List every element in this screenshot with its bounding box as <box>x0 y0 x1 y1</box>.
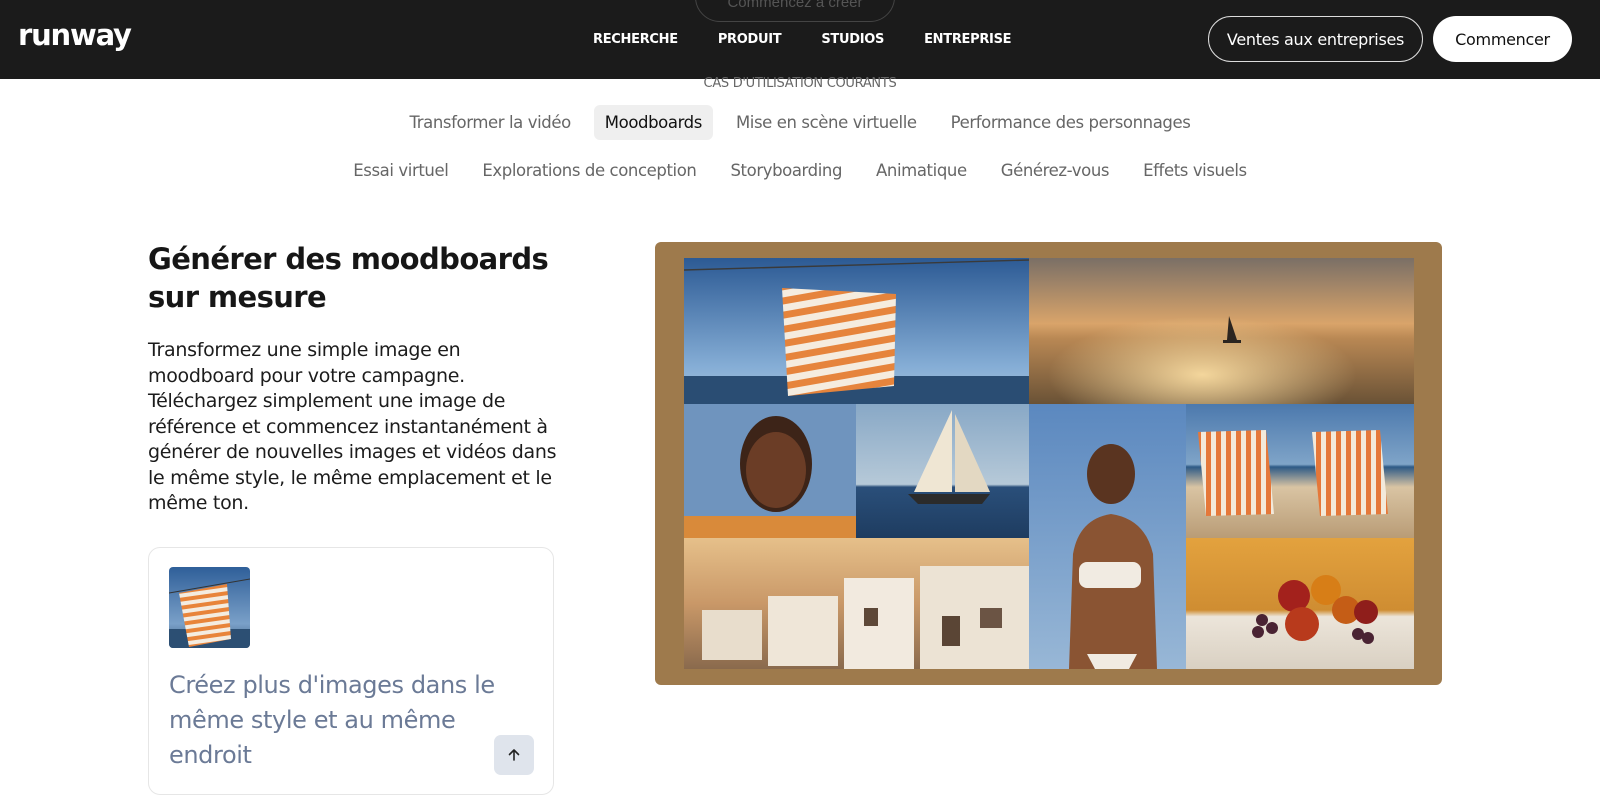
start-creating-button[interactable]: Commencez à créer <box>695 0 895 22</box>
moodboard-portrait-image <box>684 404 856 538</box>
moodboard-grid <box>684 258 1414 669</box>
tab-essai-virtuel[interactable]: Essai virtuel <box>342 153 459 188</box>
moodboard-woman-image <box>1029 404 1186 669</box>
tab-effets-visuels[interactable]: Effets visuels <box>1132 153 1258 188</box>
tab-animatique[interactable]: Animatique <box>865 153 978 188</box>
moodboard-towel-image <box>684 258 1029 404</box>
feature-description: Transformez une simple image en moodboar… <box>148 339 557 514</box>
runway-logo[interactable]: runway <box>18 18 132 52</box>
prompt-text[interactable]: Créez plus d'images dans le même style e… <box>169 668 509 773</box>
moodboard-frame <box>655 242 1442 685</box>
moodboard-fruit-image <box>1186 538 1414 669</box>
moodboard-beach-chairs-image <box>1186 404 1414 538</box>
tab-mise-en-scene-virtuelle[interactable]: Mise en scène virtuelle <box>725 105 928 140</box>
use-case-tabs-row-1: Transformer la vidéo Moodboards Mise en … <box>0 105 1600 140</box>
nav-item-studios[interactable]: STUDIOS <box>821 32 884 47</box>
reference-image-thumbnail[interactable] <box>169 567 250 648</box>
nav-item-produit[interactable]: PRODUIT <box>718 32 782 47</box>
moodboard-sailboat-image <box>856 404 1029 538</box>
tab-performance-des-personnages[interactable]: Performance des personnages <box>940 105 1202 140</box>
tab-generez-vous[interactable]: Générez-vous <box>990 153 1120 188</box>
nav-item-entreprise[interactable]: ENTREPRISE <box>924 32 1011 47</box>
moodboard-village-image <box>684 538 1029 669</box>
tab-explorations-de-conception[interactable]: Explorations de conception <box>471 153 707 188</box>
submit-arrow-button[interactable] <box>494 735 534 775</box>
prompt-card: Créez plus d'images dans le même style e… <box>148 547 554 795</box>
nav-item-recherche[interactable]: RECHERCHE <box>593 32 678 47</box>
get-started-button[interactable]: Commencer <box>1433 16 1572 62</box>
use-cases-label: CAS D'UTILISATION COURANTS <box>703 76 897 91</box>
feature-title: Générer des moodboards sur mesure <box>148 242 549 314</box>
main-nav: RECHERCHE PRODUIT STUDIOS ENTREPRISE <box>593 32 1051 47</box>
arrow-up-icon <box>508 749 520 761</box>
use-case-tabs-row-2: Essai virtuel Explorations de conception… <box>0 153 1600 188</box>
tab-storyboarding[interactable]: Storyboarding <box>719 153 853 188</box>
top-nav-bar: Commencez à créer runway RECHERCHE PRODU… <box>0 0 1600 79</box>
moodboard-sunset-image <box>1029 258 1414 404</box>
tab-moodboards[interactable]: Moodboards <box>593 105 713 140</box>
tab-transformer-la-video[interactable]: Transformer la vidéo <box>399 105 582 140</box>
enterprise-sales-button[interactable]: Ventes aux entreprises <box>1208 16 1423 62</box>
